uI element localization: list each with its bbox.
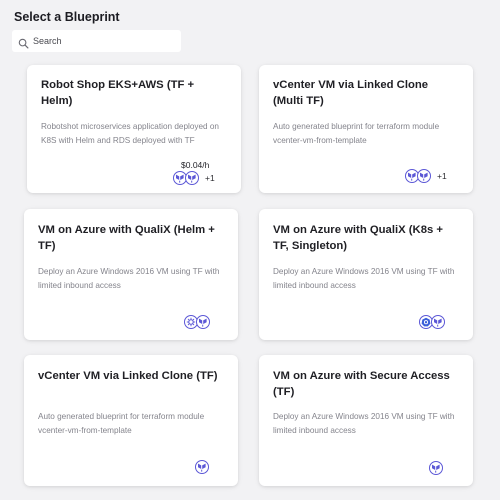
card-price: $0.04/h [181, 160, 210, 170]
terraform-icon [185, 171, 199, 185]
card-description: Deploy an Azure Windows 2016 VM using TF… [38, 267, 220, 290]
search-input[interactable] [33, 36, 173, 46]
card-tech-icons [184, 315, 210, 329]
page-title: Select a Blueprint [14, 10, 120, 24]
card-description: Auto generated blueprint for terraform m… [38, 412, 205, 435]
blueprint-card-vcenter-tf[interactable]: vCenter VM via Linked Clone (TF) Auto ge… [24, 355, 238, 486]
card-title: VM on Azure with Secure Access (TF) [273, 370, 450, 398]
terraform-icon [196, 315, 210, 329]
terraform-icon [429, 461, 443, 475]
card-tech-icons: +1 [405, 169, 447, 183]
card-title: Robot Shop EKS+AWS (TF + Helm) [41, 79, 195, 107]
card-description: Robotshot microservices application depl… [41, 122, 219, 145]
terraform-icon [417, 169, 431, 183]
card-title: vCenter VM via Linked Clone (TF) [38, 370, 218, 382]
card-tech-icons [429, 461, 443, 475]
more-icons-count: +1 [205, 173, 215, 183]
card-title: VM on Azure with QualiX (K8s + TF, Singl… [273, 224, 443, 252]
terraform-icon [195, 460, 209, 474]
blueprint-card-azure-k8s-tf[interactable]: VM on Azure with QualiX (K8s + TF, Singl… [259, 209, 473, 340]
card-description: Deploy an Azure Windows 2016 VM using TF… [273, 267, 455, 290]
card-tech-icons: +1 [173, 171, 215, 185]
search-box[interactable] [12, 30, 181, 52]
blueprint-card-azure-secure-access[interactable]: VM on Azure with Secure Access (TF) Depl… [259, 355, 473, 486]
card-description: Auto generated blueprint for terraform m… [273, 122, 440, 145]
more-icons-count: +1 [437, 171, 447, 181]
blueprint-card-vcenter-multi-tf[interactable]: vCenter VM via Linked Clone (Multi TF) A… [259, 65, 473, 193]
card-description: Deploy an Azure Windows 2016 VM using TF… [273, 412, 455, 435]
card-title: VM on Azure with QualiX (Helm + TF) [38, 224, 215, 252]
card-tech-icons [419, 315, 445, 329]
search-icon [18, 36, 29, 48]
blueprint-card-azure-helm-tf[interactable]: VM on Azure with QualiX (Helm + TF) Depl… [24, 209, 238, 340]
blueprint-card-robot-shop[interactable]: Robot Shop EKS+AWS (TF + Helm) Robotshot… [27, 65, 241, 193]
card-tech-icons [195, 460, 209, 474]
terraform-icon [431, 315, 445, 329]
card-title: vCenter VM via Linked Clone (Multi TF) [273, 79, 429, 107]
